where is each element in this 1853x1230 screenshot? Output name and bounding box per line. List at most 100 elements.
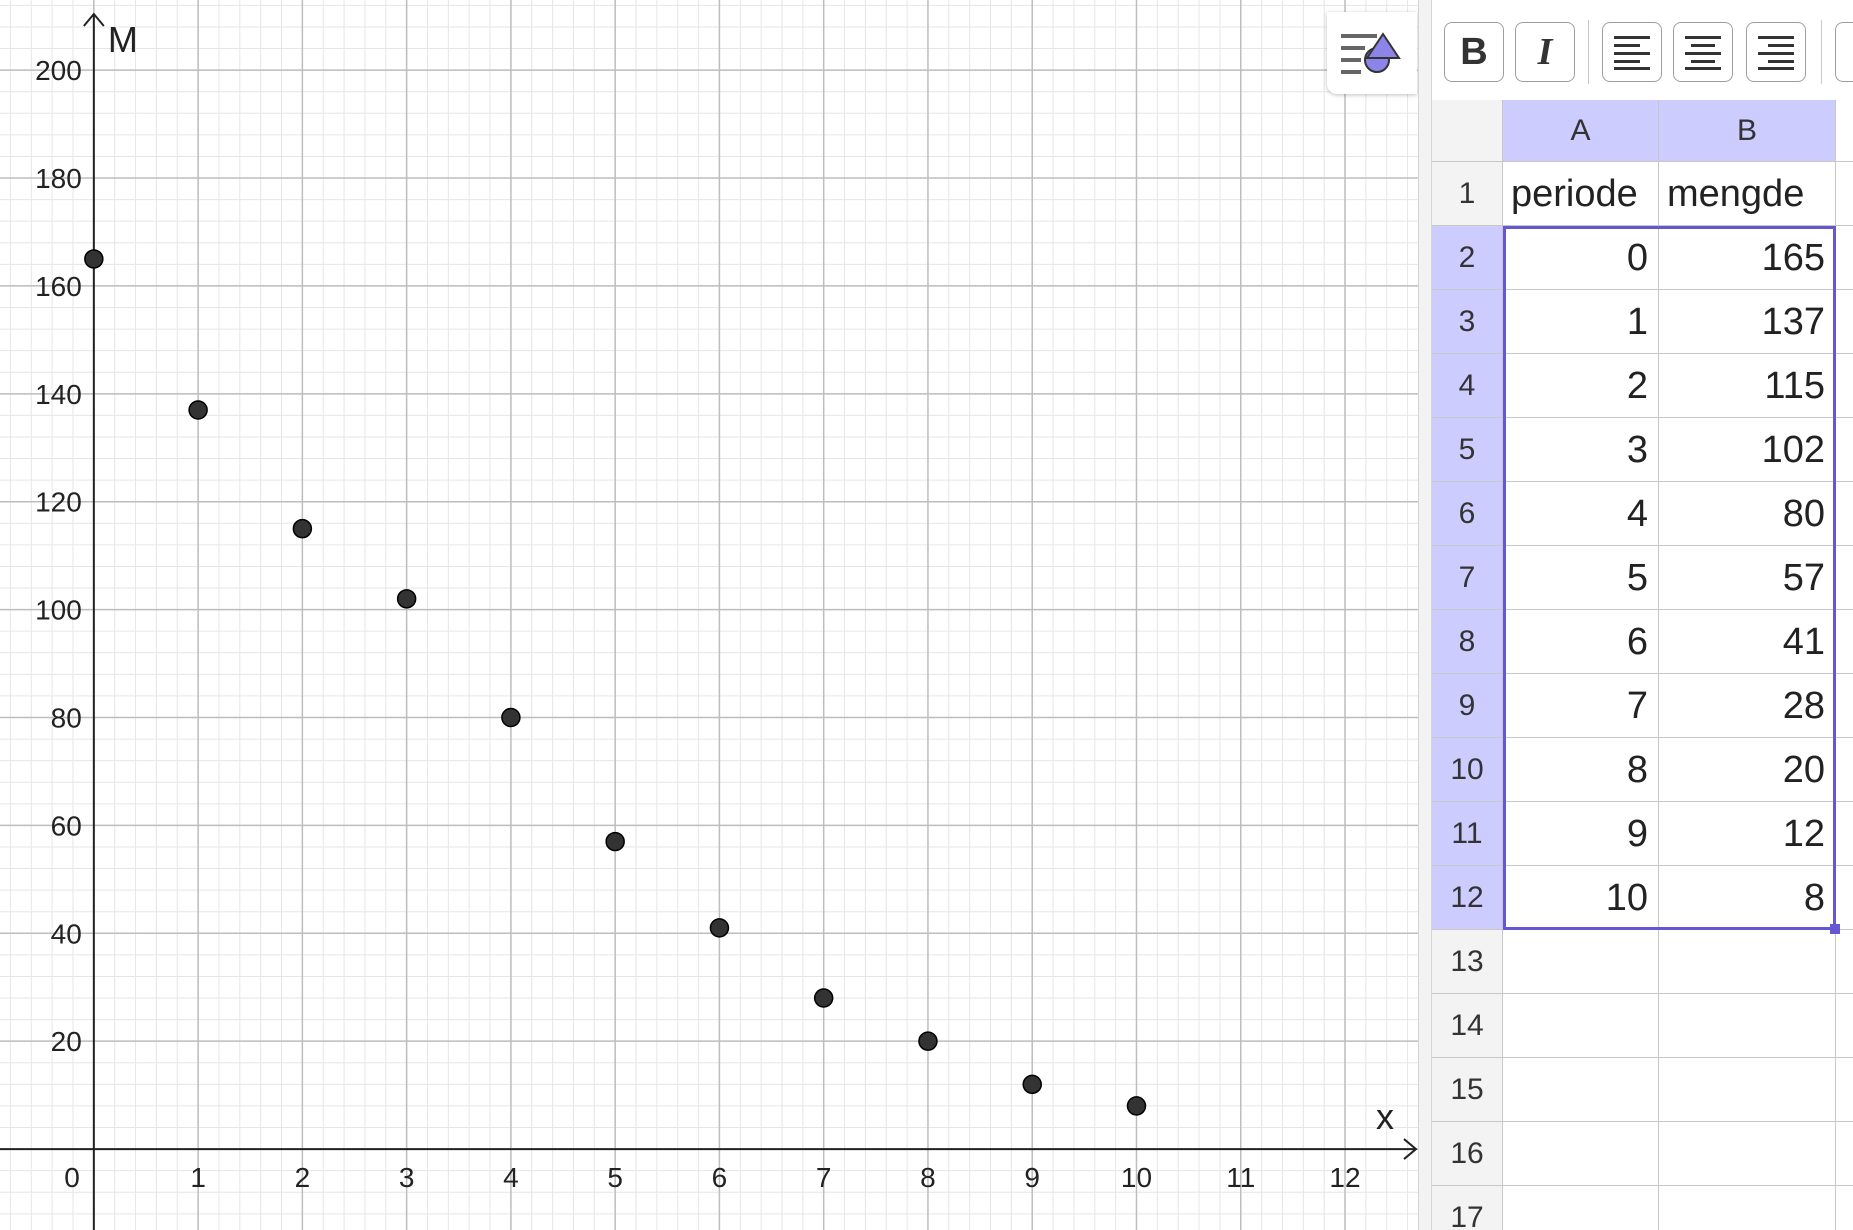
cell-b12[interactable]: 8: [1659, 866, 1836, 930]
row-header[interactable]: 2: [1432, 226, 1503, 290]
cell-a17[interactable]: [1503, 1186, 1659, 1230]
cell-a6[interactable]: 4: [1503, 482, 1659, 546]
data-point[interactable]: [501, 707, 521, 728]
cell-b15[interactable]: [1659, 1058, 1836, 1122]
cell-b14[interactable]: [1659, 994, 1836, 1058]
data-point[interactable]: [709, 918, 730, 938]
cell-a8[interactable]: 6: [1503, 610, 1659, 674]
align-right-button[interactable]: [1746, 22, 1806, 82]
cell-a12[interactable]: 10: [1503, 866, 1659, 930]
y-tick-label: 100: [35, 595, 82, 626]
data-point[interactable]: [918, 1031, 938, 1051]
row-header[interactable]: 6: [1432, 482, 1503, 546]
cell-c9[interactable]: [1836, 674, 1853, 738]
cell-b5[interactable]: 102: [1659, 418, 1836, 482]
row-header[interactable]: 17: [1432, 1186, 1503, 1230]
cell-c1[interactable]: [1836, 162, 1853, 226]
data-point[interactable]: [396, 589, 417, 609]
axes: [0, 12, 1418, 1230]
cell-b9[interactable]: 28: [1659, 674, 1836, 738]
column-header-a[interactable]: A: [1503, 100, 1659, 162]
row-header[interactable]: 5: [1432, 418, 1503, 482]
corner-cell[interactable]: [1432, 100, 1503, 162]
cell-b2[interactable]: 165: [1659, 226, 1836, 290]
x-tick-label: 12: [1329, 1162, 1360, 1193]
cell-b7[interactable]: 57: [1659, 546, 1836, 610]
cell-a5[interactable]: 3: [1503, 418, 1659, 482]
style-bar-toggle-button[interactable]: [1327, 12, 1417, 94]
row-header[interactable]: 9: [1432, 674, 1503, 738]
selection-fill-handle[interactable]: [1830, 924, 1840, 934]
cell-c10[interactable]: [1836, 738, 1853, 802]
row-header[interactable]: 3: [1432, 290, 1503, 354]
more-style-button[interactable]: [1835, 22, 1853, 82]
cell-c15[interactable]: [1836, 1058, 1853, 1122]
cell-c3[interactable]: [1836, 290, 1853, 354]
spreadsheet-view[interactable]: B I A B 1 periode mengde 2 0 165 3 1 137…: [1432, 0, 1853, 1230]
row-header[interactable]: 16: [1432, 1122, 1503, 1186]
column-header-c[interactable]: [1836, 100, 1853, 162]
align-right-icon: [1758, 36, 1794, 70]
cell-c6[interactable]: [1836, 482, 1853, 546]
cell-b10[interactable]: 20: [1659, 738, 1836, 802]
cell-b6[interactable]: 80: [1659, 482, 1836, 546]
view-divider[interactable]: [1418, 0, 1432, 1230]
cell-b1[interactable]: mengde: [1659, 162, 1836, 226]
align-left-button[interactable]: [1602, 22, 1662, 82]
data-point[interactable]: [292, 518, 313, 539]
row-header[interactable]: 13: [1432, 930, 1503, 994]
cell-c11[interactable]: [1836, 802, 1853, 866]
cell-b11[interactable]: 12: [1659, 802, 1836, 866]
data-point[interactable]: [1126, 1096, 1147, 1116]
cell-a16[interactable]: [1503, 1122, 1659, 1186]
cell-c12[interactable]: [1836, 866, 1853, 930]
row-header[interactable]: 14: [1432, 994, 1503, 1058]
row-header[interactable]: 12: [1432, 866, 1503, 930]
x-tick-label: 3: [399, 1162, 415, 1193]
cell-c8[interactable]: [1836, 610, 1853, 674]
cell-c13[interactable]: [1836, 930, 1853, 994]
data-point[interactable]: [605, 831, 625, 852]
cell-a4[interactable]: 2: [1503, 354, 1659, 418]
cell-c4[interactable]: [1836, 354, 1853, 418]
align-center-button[interactable]: [1673, 22, 1733, 82]
cell-a3[interactable]: 1: [1503, 290, 1659, 354]
cell-b13[interactable]: [1659, 930, 1836, 994]
cell-c17[interactable]: [1836, 1186, 1853, 1230]
row-header[interactable]: 10: [1432, 738, 1503, 802]
cell-a10[interactable]: 8: [1503, 738, 1659, 802]
data-point[interactable]: [84, 249, 104, 269]
cell-b4[interactable]: 115: [1659, 354, 1836, 418]
cell-c5[interactable]: [1836, 418, 1853, 482]
row-header[interactable]: 4: [1432, 354, 1503, 418]
cell-c14[interactable]: [1836, 994, 1853, 1058]
cell-a2[interactable]: 0: [1503, 226, 1659, 290]
data-point[interactable]: [188, 400, 208, 420]
graph-canvas[interactable]: xM10123456789101112204060801001201401601…: [0, 0, 1418, 1230]
row-header[interactable]: 1: [1432, 162, 1503, 226]
cell-c16[interactable]: [1836, 1122, 1853, 1186]
italic-button[interactable]: I: [1515, 22, 1575, 82]
row-header[interactable]: 7: [1432, 546, 1503, 610]
cell-b8[interactable]: 41: [1659, 610, 1836, 674]
column-header-b[interactable]: B: [1659, 100, 1836, 162]
cell-c7[interactable]: [1836, 546, 1853, 610]
cell-a15[interactable]: [1503, 1058, 1659, 1122]
bold-button[interactable]: B: [1444, 22, 1504, 82]
data-point[interactable]: [1022, 1074, 1042, 1095]
cell-a11[interactable]: 9: [1503, 802, 1659, 866]
cell-a14[interactable]: [1503, 994, 1659, 1058]
cell-b3[interactable]: 137: [1659, 290, 1836, 354]
cell-a13[interactable]: [1503, 930, 1659, 994]
cell-b17[interactable]: [1659, 1186, 1836, 1230]
cell-a7[interactable]: 5: [1503, 546, 1659, 610]
cell-a1[interactable]: periode: [1503, 162, 1659, 226]
row-header[interactable]: 11: [1432, 802, 1503, 866]
data-point[interactable]: [813, 988, 834, 1008]
graphics-view[interactable]: xM10123456789101112204060801001201401601…: [0, 0, 1418, 1230]
cell-b16[interactable]: [1659, 1122, 1836, 1186]
row-header[interactable]: 15: [1432, 1058, 1503, 1122]
cell-c2[interactable]: [1836, 226, 1853, 290]
cell-a9[interactable]: 7: [1503, 674, 1659, 738]
row-header[interactable]: 8: [1432, 610, 1503, 674]
